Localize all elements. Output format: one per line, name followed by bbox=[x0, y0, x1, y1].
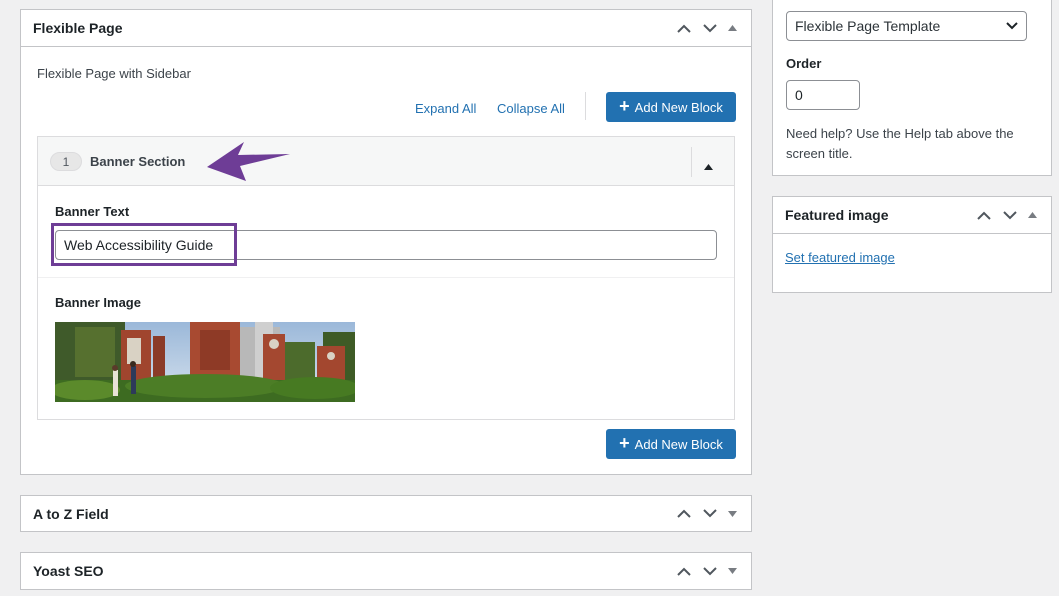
order-input[interactable] bbox=[786, 80, 860, 110]
block-header-divider bbox=[691, 147, 692, 177]
block-collapse-icon[interactable] bbox=[704, 157, 713, 175]
field-divider bbox=[38, 277, 734, 278]
a-to-z-field-box: A to Z Field bbox=[20, 495, 752, 532]
plus-icon: + bbox=[619, 96, 630, 116]
a-to-z-header[interactable]: A to Z Field bbox=[21, 496, 751, 531]
move-up-icon[interactable] bbox=[973, 204, 995, 226]
add-new-block-button-top[interactable]: + Add New Block bbox=[606, 92, 736, 122]
set-featured-image-link[interactable]: Set featured image bbox=[785, 250, 895, 265]
block-title: Banner Section bbox=[90, 154, 186, 169]
featured-image-title: Featured image bbox=[785, 207, 889, 223]
move-down-icon[interactable] bbox=[699, 560, 721, 582]
move-up-icon[interactable] bbox=[673, 503, 695, 525]
block-number-badge: 1 bbox=[50, 152, 82, 171]
move-up-icon[interactable] bbox=[673, 560, 695, 582]
featured-image-header: Featured image bbox=[773, 197, 1051, 234]
banner-section-header[interactable]: 1 Banner Section bbox=[38, 137, 734, 186]
move-down-icon[interactable] bbox=[699, 503, 721, 525]
move-up-icon[interactable] bbox=[673, 17, 695, 39]
template-select[interactable]: Flexible Page Template bbox=[786, 11, 1027, 41]
banner-image[interactable] bbox=[55, 322, 355, 402]
toolbar-divider bbox=[585, 92, 586, 120]
flexible-page-box: Flexible Page Flexible Page with Sidebar… bbox=[20, 9, 752, 475]
add-new-block-button-bottom[interactable]: + Add New Block bbox=[606, 429, 736, 459]
move-down-icon[interactable] bbox=[999, 204, 1021, 226]
move-down-icon[interactable] bbox=[699, 17, 721, 39]
yoast-seo-title: Yoast SEO bbox=[33, 563, 104, 579]
expand-toggle-icon[interactable] bbox=[725, 560, 739, 582]
expand-toggle-icon[interactable] bbox=[725, 503, 739, 525]
yoast-seo-header[interactable]: Yoast SEO bbox=[21, 553, 751, 589]
page-attributes-box: Flexible Page Template Order Need help? … bbox=[772, 0, 1052, 176]
flexible-page-header: Flexible Page bbox=[21, 10, 751, 47]
banner-text-label: Banner Text bbox=[55, 204, 130, 219]
annotation-arrow bbox=[207, 142, 290, 181]
box-handle-actions bbox=[673, 17, 739, 39]
collapse-toggle-icon[interactable] bbox=[725, 17, 739, 39]
add-new-block-label: Add New Block bbox=[634, 99, 723, 115]
collapse-all-link[interactable]: Collapse All bbox=[497, 101, 565, 116]
a-to-z-title: A to Z Field bbox=[33, 505, 109, 522]
template-name: Flexible Page with Sidebar bbox=[37, 66, 191, 81]
banner-image-label: Banner Image bbox=[55, 295, 141, 310]
box-handle-actions bbox=[673, 503, 739, 525]
yoast-seo-box: Yoast SEO bbox=[20, 552, 752, 590]
flexible-page-title: Flexible Page bbox=[33, 20, 123, 36]
order-label: Order bbox=[786, 56, 822, 71]
plus-icon: + bbox=[619, 433, 630, 453]
expand-all-link[interactable]: Expand All bbox=[415, 101, 476, 116]
add-new-block-label: Add New Block bbox=[634, 436, 723, 452]
banner-text-highlight-box bbox=[51, 223, 237, 266]
banner-section-block: 1 Banner Section Banner Text Banner Imag… bbox=[37, 136, 735, 420]
template-select-value: Flexible Page Template bbox=[795, 18, 941, 34]
chevron-down-icon bbox=[1006, 22, 1018, 30]
featured-image-box: Featured image Set featured image bbox=[772, 196, 1052, 293]
box-handle-actions bbox=[673, 560, 739, 582]
box-handle-actions bbox=[973, 204, 1039, 226]
collapse-toggle-icon[interactable] bbox=[1025, 204, 1039, 226]
help-text: Need help? Use the Help tab above the sc… bbox=[786, 126, 1014, 161]
